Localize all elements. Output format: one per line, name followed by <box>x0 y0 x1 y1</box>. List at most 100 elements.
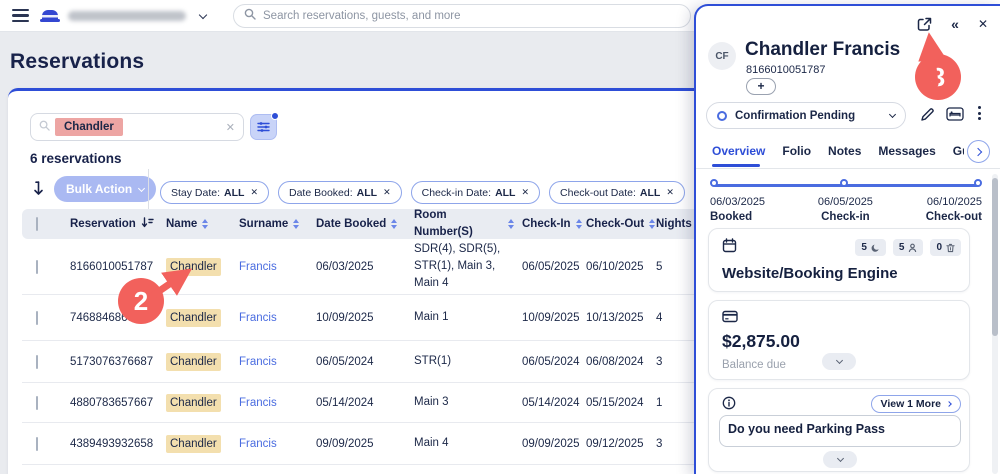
room-assignment-icon[interactable] <box>946 107 964 121</box>
col-check-in[interactable]: Check-In <box>522 218 571 230</box>
row-checkbox[interactable] <box>36 260 38 274</box>
credit-card-icon <box>722 310 738 328</box>
col-check-out[interactable]: Check-Out <box>586 218 644 230</box>
expand-balance-button[interactable] <box>822 353 856 370</box>
chip-check-out-date[interactable]: Check-out Date:ALL <box>549 181 685 204</box>
col-date-booked[interactable]: Date Booked <box>316 218 386 230</box>
sort-icon[interactable] <box>649 219 655 229</box>
col-nights[interactable]: Nights <box>656 218 692 230</box>
guest-first-name: Chandler <box>166 435 221 453</box>
chevron-right-icon <box>973 147 981 155</box>
property-name-redacted[interactable] <box>68 11 186 21</box>
tabs-scroll-right-button[interactable] <box>967 140 990 163</box>
balance-card[interactable]: $2,875.00 Balance due <box>708 300 970 380</box>
row-checkbox[interactable] <box>36 311 38 325</box>
check-in-date: 06/05/2025 <box>522 261 586 273</box>
expand-custom-fields-button[interactable] <box>823 451 857 468</box>
col-room-numbers[interactable]: Room Number(S) <box>414 207 503 242</box>
status-ring-icon <box>717 111 727 121</box>
booking-source-card[interactable]: 5 5 0 Website/Booking Engine <box>708 228 970 292</box>
sort-icon[interactable] <box>508 219 514 229</box>
check-in-date: 10/09/2025 <box>522 312 586 324</box>
room-numbers: Main 1 <box>414 309 522 326</box>
list-search-input[interactable]: Chandler <box>30 113 244 141</box>
page-title: Reservations <box>10 50 144 74</box>
close-panel-icon[interactable] <box>978 17 988 31</box>
tab-messages[interactable]: Messages <box>878 144 935 166</box>
filters-button[interactable] <box>250 114 277 140</box>
guest-surname-link[interactable]: Francis <box>239 438 277 450</box>
panel-scrollbar-thumb[interactable] <box>992 178 998 336</box>
check-out-date: 10/13/2025 <box>586 312 656 324</box>
status-dropdown[interactable]: Confirmation Pending <box>706 102 906 129</box>
sort-active-icon[interactable] <box>141 217 154 232</box>
remove-chip-icon[interactable] <box>666 187 674 198</box>
remove-chip-icon[interactable] <box>250 187 258 198</box>
bulk-action-button[interactable]: Bulk Action <box>54 176 156 202</box>
annotation-step-2: 2 <box>118 278 164 324</box>
guest-surname-link[interactable]: Francis <box>239 312 277 324</box>
check-in-date: 06/05/2024 <box>522 356 586 368</box>
collapse-panel-icon[interactable] <box>951 16 959 32</box>
tab-folio[interactable]: Folio <box>782 144 811 166</box>
add-tag-button[interactable] <box>746 78 776 95</box>
calendar-icon <box>722 238 737 258</box>
property-chevron-down-icon[interactable] <box>199 11 207 19</box>
view-more-button[interactable]: View 1 More <box>871 395 962 413</box>
room-numbers: Main 4 <box>414 435 522 452</box>
more-options-icon[interactable] <box>978 106 981 120</box>
tab-guest[interactable]: Guest <box>953 144 964 166</box>
global-search-input[interactable] <box>263 10 623 22</box>
sort-icon[interactable] <box>202 219 208 229</box>
tab-overview[interactable]: Overview <box>712 144 765 166</box>
sort-icon[interactable] <box>576 219 582 229</box>
nights-badge: 5 <box>855 239 886 256</box>
remove-chip-icon[interactable] <box>383 187 391 198</box>
timeline-booked-dot <box>710 179 718 187</box>
col-name[interactable]: Name <box>166 218 197 230</box>
clear-search-icon[interactable] <box>226 121 235 134</box>
chip-check-in-date[interactable]: Check-in Date:ALL <box>411 181 540 204</box>
menu-icon[interactable] <box>12 9 29 22</box>
app-logo-icon[interactable] <box>39 7 61 29</box>
booked-label: Booked <box>710 211 765 223</box>
search-icon <box>39 118 50 136</box>
select-all-checkbox[interactable] <box>36 217 38 231</box>
timeline-labels: 06/03/2025Booked 06/05/2025Check-in 06/1… <box>710 196 982 223</box>
global-search[interactable] <box>233 4 691 28</box>
chip-date-booked[interactable]: Date Booked:ALL <box>278 181 402 204</box>
guest-surname-link[interactable]: Francis <box>239 397 277 409</box>
open-in-new-window-icon[interactable] <box>917 17 932 32</box>
filter-active-dot <box>271 112 279 120</box>
edit-icon[interactable] <box>920 107 935 122</box>
person-icon <box>908 243 917 253</box>
sort-icon[interactable] <box>293 219 299 229</box>
guest-surname-link[interactable]: Francis <box>239 261 277 273</box>
reservation-id: 4880783657667 <box>70 397 166 409</box>
check-out-date: 05/15/2024 <box>586 397 656 409</box>
room-numbers: STR(1) <box>414 353 522 370</box>
custom-fields-card[interactable]: View 1 More Do you need Parking Pass <box>708 388 970 472</box>
row-checkbox[interactable] <box>36 396 38 410</box>
check-out-date: 06/08/2024 <box>586 356 656 368</box>
chevron-down-icon <box>889 111 896 118</box>
chip-stay-date[interactable]: Stay Date:ALL <box>160 181 269 204</box>
row-checkbox[interactable] <box>36 355 38 369</box>
annotation-step-3: 3 <box>915 54 961 100</box>
sort-direction-icon[interactable] <box>33 181 44 201</box>
timeline-checkin-dot <box>840 179 848 187</box>
status-label: Confirmation Pending <box>735 110 855 122</box>
checkout-label: Check-out <box>926 211 982 223</box>
sort-icon[interactable] <box>391 219 397 229</box>
col-reservation[interactable]: Reservation <box>70 218 136 230</box>
guest-first-name: Chandler <box>166 394 221 412</box>
row-checkbox[interactable] <box>36 437 38 451</box>
moon-icon <box>871 243 880 253</box>
remove-chip-icon[interactable] <box>521 187 529 198</box>
reservation-timeline <box>710 178 982 194</box>
tab-notes[interactable]: Notes <box>828 144 861 166</box>
guest-surname-link[interactable]: Francis <box>239 356 277 368</box>
check-in-date: 09/09/2025 <box>522 438 586 450</box>
date-booked: 06/05/2024 <box>316 356 414 368</box>
col-surname[interactable]: Surname <box>239 218 288 230</box>
